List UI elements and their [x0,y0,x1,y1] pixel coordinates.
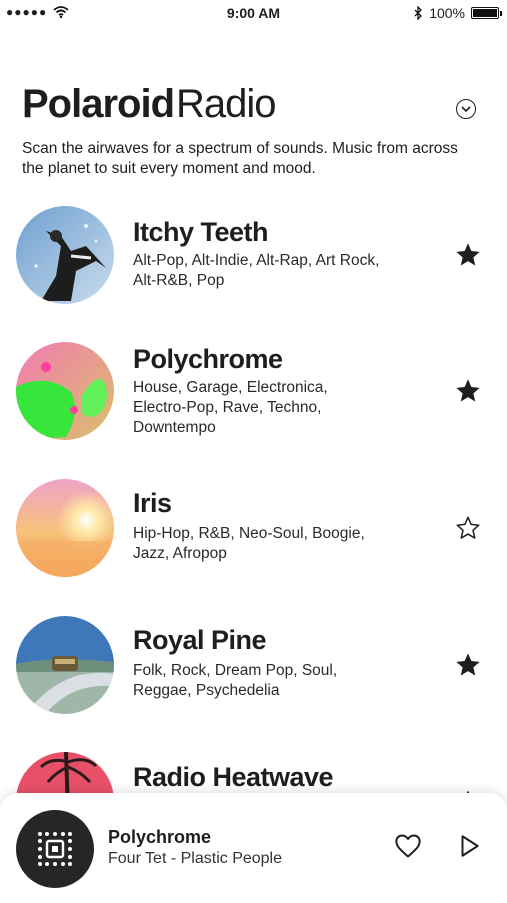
station-title: Polychrome [133,344,283,374]
battery-percent: 100% [429,5,465,21]
status-bar: ●●●●● 9:00 AM 100% [0,0,507,26]
polychrome-logo-icon [38,832,72,866]
station-genres: Hip-Hop, R&B, Neo-Soul, Boogie, Jazz, Af… [133,525,365,562]
now-playing-station: Polychrome [108,827,212,847]
battery-icon [471,7,502,19]
station-genres: Alt-Pop, Alt-Indie, Alt-Rap, Art Rock, A… [133,252,380,289]
station-title: Iris [133,488,172,518]
station-artwork [16,206,114,304]
star-filled-icon[interactable] [452,649,484,681]
station-item-royal-pine[interactable]: Royal Pine Folk, Rock, Dream Pop, Soul, … [0,615,507,725]
status-right: 100% [414,5,502,21]
station-item-polychrome[interactable]: Polychrome House, Garage, Electronica, E… [0,342,507,462]
app-title: PolaroidRadio [22,82,277,127]
star-filled-icon[interactable] [452,375,484,407]
station-genres: House, Garage, Electronica, Electro-Pop,… [133,379,328,436]
heart-outline-icon[interactable] [394,833,422,859]
now-playing-artwork [16,810,94,888]
star-filled-icon[interactable] [452,239,484,271]
chevron-down-icon[interactable] [456,99,476,119]
station-item-iris[interactable]: Iris Hip-Hop, R&B, Neo-Soul, Boogie, Jaz… [0,478,507,588]
station-artwork [16,616,114,714]
app-title-light: Radio [176,82,277,126]
bluetooth-icon [414,6,423,20]
station-artwork [16,479,114,577]
station-artwork [16,342,114,440]
star-outline-icon[interactable] [452,512,484,544]
now-playing-track: Four Tet - Plastic People [108,850,283,867]
station-item-itchy-teeth[interactable]: Itchy Teeth Alt-Pop, Alt-Indie, Alt-Rap,… [0,205,507,315]
station-title: Radio Heatwave [133,762,334,792]
battery-level [473,9,497,17]
page-description: Scan the airwaves for a spectrum of soun… [22,140,458,177]
play-icon[interactable] [456,833,482,859]
station-genres: Folk, Rock, Dream Pop, Soul, Reggae, Psy… [133,662,338,699]
station-title: Itchy Teeth [133,217,269,247]
station-title: Royal Pine [133,625,267,655]
app-title-bold: Polaroid [22,82,175,126]
now-playing-bar[interactable]: Polychrome Four Tet - Plastic People [0,793,507,903]
